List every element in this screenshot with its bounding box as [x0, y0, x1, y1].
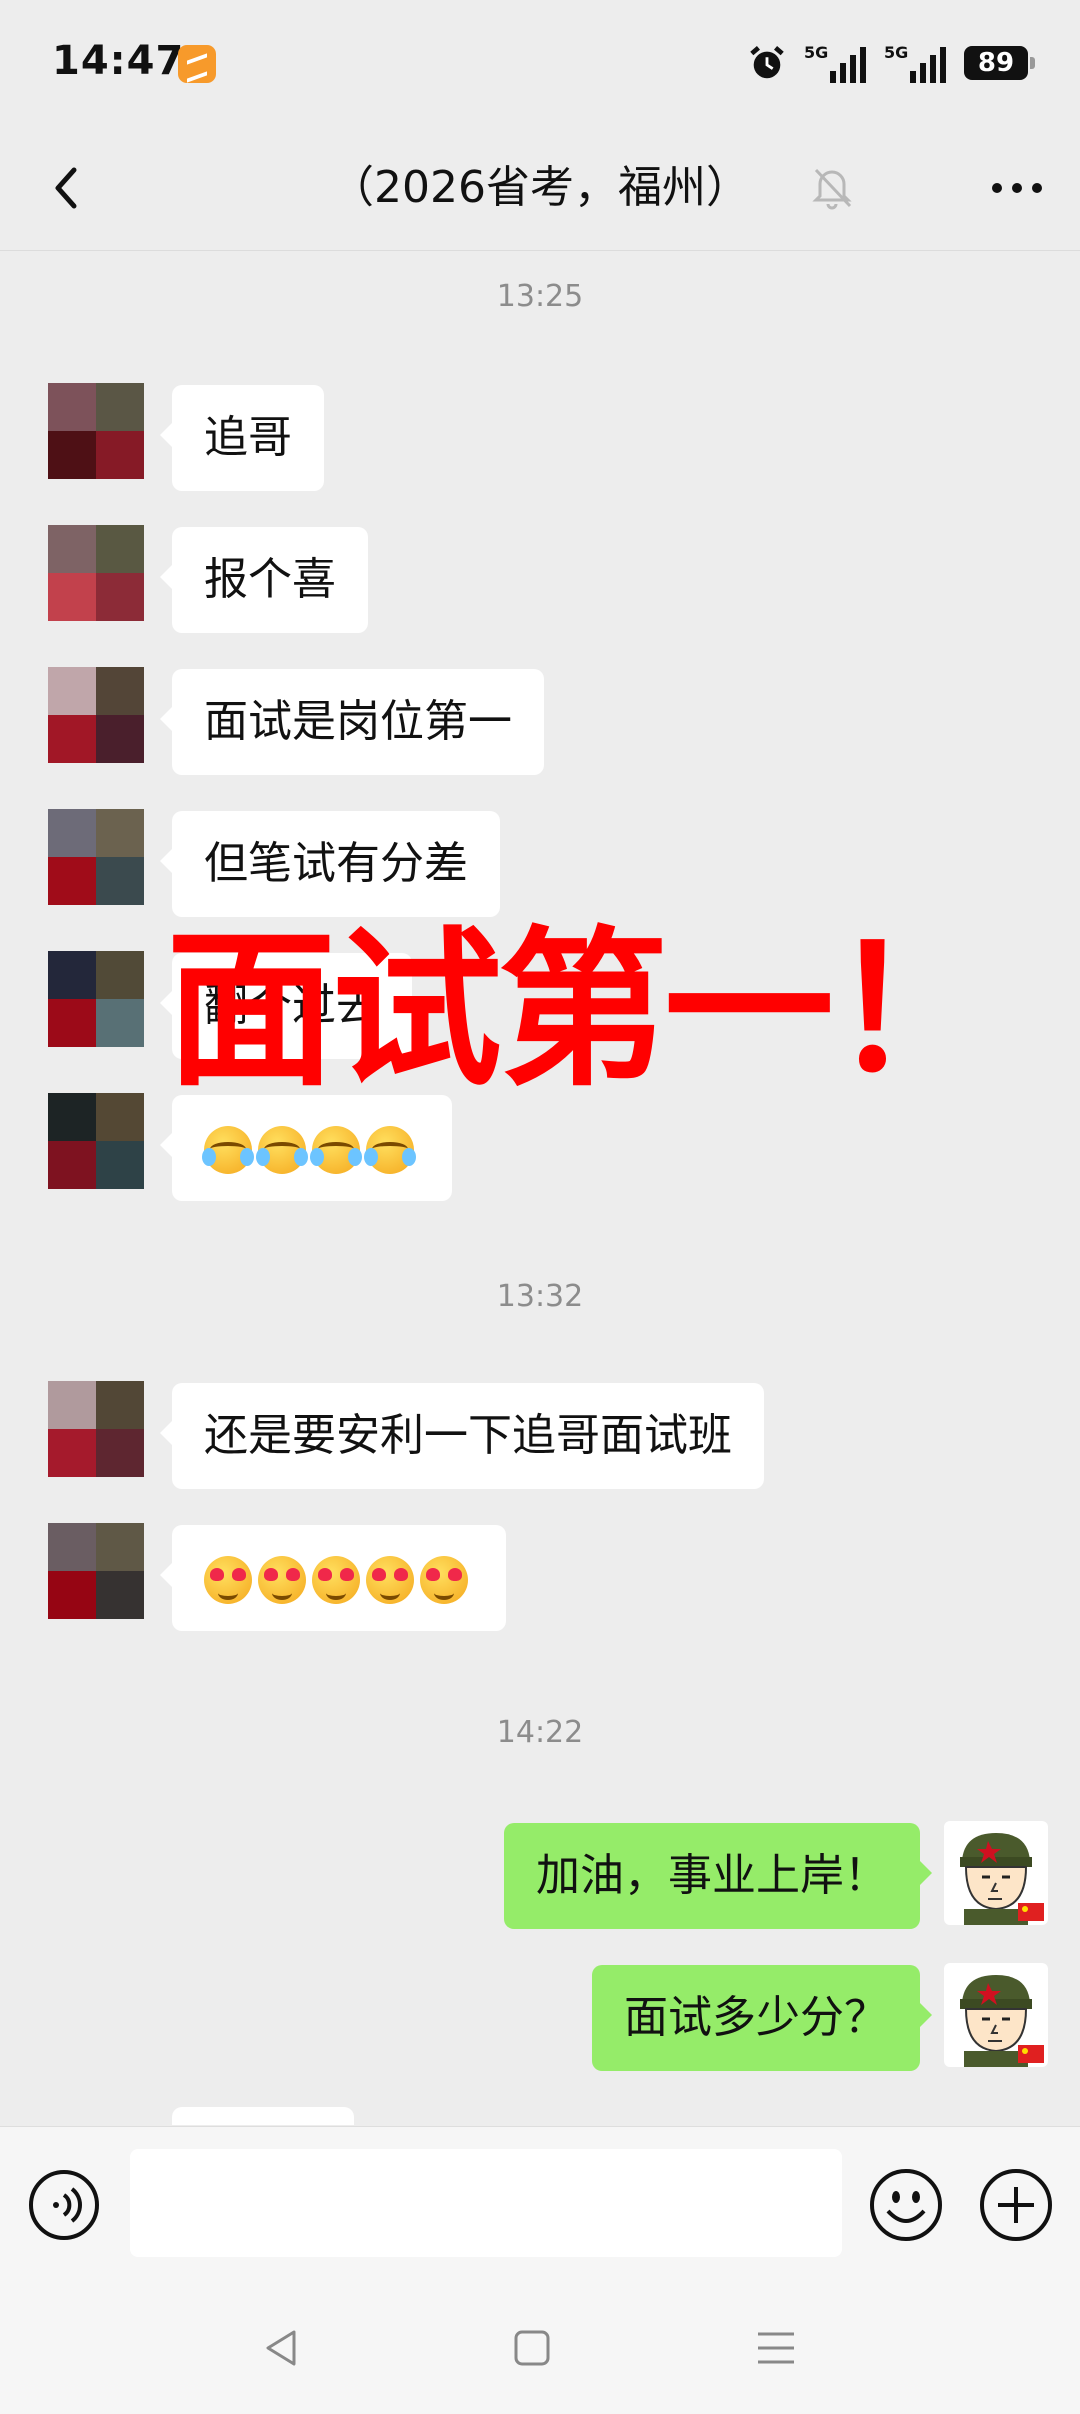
message-row-partial — [0, 2105, 1080, 2125]
message-bubble[interactable]: 追哥 — [160, 385, 324, 491]
overlay-caption: 面试第一！ — [166, 912, 1000, 1110]
avatar[interactable] — [48, 809, 144, 905]
message-row-self: 加油，事业上岸！ — [0, 1821, 1080, 1931]
face-with-tears-icon — [256, 1126, 306, 1174]
smiling-face-with-heart-eyes-icon — [366, 1556, 414, 1604]
timestamp: 13:25 — [496, 279, 584, 314]
avatar-self[interactable] — [944, 1821, 1048, 1925]
avatar[interactable] — [48, 525, 144, 621]
smiling-face-with-heart-eyes-icon — [420, 1556, 468, 1604]
message-bubble[interactable]: 报个喜 — [160, 527, 368, 633]
menu-lines-icon[interactable] — [752, 2324, 800, 2372]
input-bar — [0, 2126, 1080, 2283]
home-square-icon[interactable] — [508, 2324, 556, 2372]
system-navigation-bar — [0, 2282, 1080, 2414]
avatar[interactable] — [48, 951, 144, 1047]
app-notification-icon — [178, 45, 216, 83]
message-bubble[interactable]: 面试是岗位第一 — [160, 669, 544, 775]
chat-header: （2026省考，福州） — [0, 130, 1080, 251]
avatar[interactable] — [48, 1381, 144, 1477]
message-row: 追哥 — [0, 383, 1080, 493]
smiling-face-with-heart-eyes-icon — [312, 1556, 360, 1604]
emoji-message[interactable] — [160, 1525, 506, 1631]
status-icons: 5G 5G 89 — [748, 40, 1035, 86]
status-bar: 14:47 5G 5G 89 — [0, 0, 1080, 130]
message-row: 报个喜 — [0, 525, 1080, 635]
face-with-tears-icon — [364, 1126, 414, 1174]
smile-icon[interactable] — [868, 2167, 944, 2243]
message-bubble-partial[interactable] — [172, 2107, 354, 2125]
signal-2-label: 5G — [884, 43, 909, 62]
soldier-avatar-icon — [960, 1975, 1044, 2067]
message-bubble-self[interactable]: 加油，事业上岸！ — [504, 1823, 932, 1929]
timestamp: 14:22 — [496, 1715, 584, 1750]
voice-icon[interactable] — [28, 2169, 100, 2241]
message-row-self: 面试多少分？ — [0, 1963, 1080, 2073]
message-bubble[interactable]: 还是要安利一下追哥面试班 — [160, 1383, 764, 1489]
message-input[interactable] — [130, 2149, 842, 2257]
avatar-self[interactable] — [944, 1963, 1048, 2067]
timestamp: 13:32 — [496, 1279, 584, 1314]
message-row: 面试是岗位第一 — [0, 667, 1080, 777]
message-list[interactable]: 13:25 追哥 报个喜 面试是岗位第一 但笔试有分差 翻个过去 13:32 还… — [0, 251, 1080, 2125]
avatar[interactable] — [48, 1093, 144, 1189]
emoji-message[interactable] — [160, 1095, 452, 1201]
message-bubble[interactable]: 但笔试有分差 — [160, 811, 500, 917]
status-time: 14:47 — [52, 38, 185, 84]
message-bubble-self[interactable]: 面试多少分？ — [592, 1965, 932, 2071]
battery-indicator: 89 — [964, 46, 1035, 80]
message-row: 还是要安利一下追哥面试班 — [0, 1381, 1080, 1491]
avatar[interactable] — [48, 383, 144, 479]
bell-off-icon — [812, 168, 852, 210]
chat-title[interactable]: （2026省考，福州） — [0, 158, 1080, 218]
signal-2-icon: 5G — [884, 43, 946, 83]
message-row: 但笔试有分差 — [0, 809, 1080, 919]
plus-icon[interactable] — [978, 2167, 1054, 2243]
more-horizontal-icon[interactable] — [984, 158, 1050, 218]
avatar[interactable] — [48, 667, 144, 763]
alarm-clock-icon — [750, 45, 784, 79]
face-with-tears-icon — [202, 1126, 252, 1174]
smiling-face-with-heart-eyes-icon — [258, 1556, 306, 1604]
face-with-tears-icon — [310, 1126, 360, 1174]
signal-1-icon: 5G — [804, 43, 866, 83]
avatar[interactable] — [48, 1523, 144, 1619]
message-row — [0, 1523, 1080, 1633]
back-triangle-icon[interactable] — [258, 2324, 306, 2372]
soldier-avatar-icon — [960, 1833, 1044, 1925]
smiling-face-with-heart-eyes-icon — [204, 1556, 252, 1604]
signal-1-label: 5G — [804, 43, 829, 62]
